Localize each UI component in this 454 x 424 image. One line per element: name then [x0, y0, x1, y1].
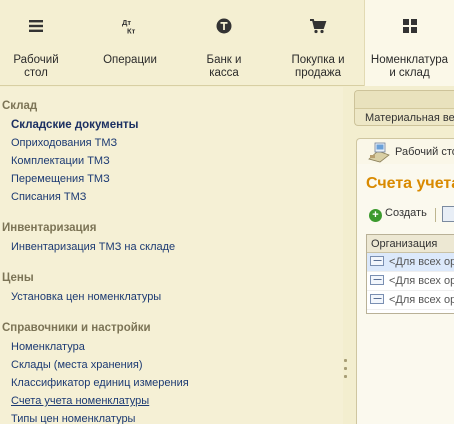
- debit-credit-icon: Дт Кт: [122, 18, 136, 36]
- cart-icon: [310, 19, 327, 34]
- record-icon: [370, 256, 384, 266]
- nav-item-inventory[interactable]: Инвентаризация ТМЗ на складе: [11, 241, 175, 253]
- panel-resize-handle[interactable]: [344, 359, 347, 381]
- open-windows-strip[interactable]: Материальная ведомость: [354, 90, 454, 126]
- accounts-table[interactable]: Организация <Для всех организаций> <Для …: [366, 234, 454, 314]
- record-icon: [370, 275, 384, 285]
- section-nomenclature[interactable]: Номенклатура и склад: [364, 0, 454, 86]
- table-row[interactable]: <Для всех организаций>: [367, 291, 454, 310]
- section-label: Покупка и продажа: [291, 54, 345, 79]
- tab-desktop[interactable]: Рабочий стол: [356, 138, 454, 164]
- grid-icon: [402, 19, 417, 33]
- section-sales[interactable]: Покупка и продажа: [280, 0, 356, 86]
- menu-lines-icon: [29, 20, 43, 32]
- copy-icon[interactable]: [442, 206, 454, 222]
- nav-item-warehouses[interactable]: Склады (места хранения): [11, 359, 143, 371]
- group-references: Справочники и настройки: [2, 322, 151, 334]
- table-row[interactable]: <Для всех организаций>: [367, 253, 454, 272]
- svg-text:Кт: Кт: [127, 27, 136, 36]
- create-button[interactable]: + Создать: [369, 207, 427, 222]
- group-inventory: Инвентаризация: [2, 222, 97, 234]
- record-icon: [370, 294, 384, 304]
- open-window-tab[interactable]: Материальная ведомость: [365, 112, 454, 124]
- sections-panel: Рабочий стол Дт Кт Операции Банк и касса…: [0, 0, 454, 86]
- group-prices: Цены: [2, 272, 34, 284]
- section-desktop[interactable]: Рабочий стол: [0, 0, 72, 86]
- section-label: Номенклатура и склад: [370, 54, 449, 79]
- list-form: Счета учета номенклатуры +Создать Органи…: [356, 164, 454, 424]
- nav-item-writeoffs[interactable]: Списания ТМЗ: [11, 191, 86, 203]
- table-cell: <Для всех организаций>: [389, 275, 454, 287]
- table-cell: <Для всех организаций>: [389, 294, 454, 306]
- tab-desktop-label: Рабочий стол: [395, 146, 454, 158]
- plus-icon: +: [369, 209, 382, 222]
- navigation-panel: Склад Складские документы Оприходования …: [0, 87, 347, 424]
- section-label: Операции: [103, 54, 157, 66]
- column-header-organization[interactable]: Организация: [367, 235, 454, 253]
- nav-item-nomenclature[interactable]: Номенклатура: [11, 341, 85, 353]
- table-row[interactable]: <Для всех организаций>: [367, 272, 454, 291]
- create-button-label: Создать: [385, 207, 427, 219]
- nav-item-units[interactable]: Классификатор единиц измерения: [11, 377, 189, 389]
- toolbar-separator: [435, 208, 436, 222]
- section-bank[interactable]: Банк и касса: [186, 0, 262, 86]
- section-operations[interactable]: Дт Кт Операции: [90, 0, 170, 86]
- section-label: Рабочий стол: [13, 54, 59, 79]
- nav-item-warehouse-docs[interactable]: Складские документы: [11, 119, 139, 131]
- form-title: Счета учета номенклатуры: [366, 175, 454, 192]
- nav-item-accounts[interactable]: Счета учета номенклатуры: [11, 395, 149, 407]
- group-sklad: Склад: [2, 100, 38, 112]
- nav-item-moves[interactable]: Перемещения ТМЗ: [11, 173, 110, 185]
- section-label: Банк и касса: [206, 54, 242, 79]
- nav-item-price-types[interactable]: Типы цен номенклатуры: [11, 413, 135, 424]
- nav-item-receipts[interactable]: Оприходования ТМЗ: [11, 137, 117, 149]
- desktop-icon: [368, 142, 390, 163]
- coin-icon: [216, 18, 232, 34]
- nav-item-kits[interactable]: Комплектации ТМЗ: [11, 155, 110, 167]
- nav-item-prices[interactable]: Установка цен номенклатуры: [11, 291, 161, 303]
- table-cell: <Для всех организаций>: [389, 256, 454, 268]
